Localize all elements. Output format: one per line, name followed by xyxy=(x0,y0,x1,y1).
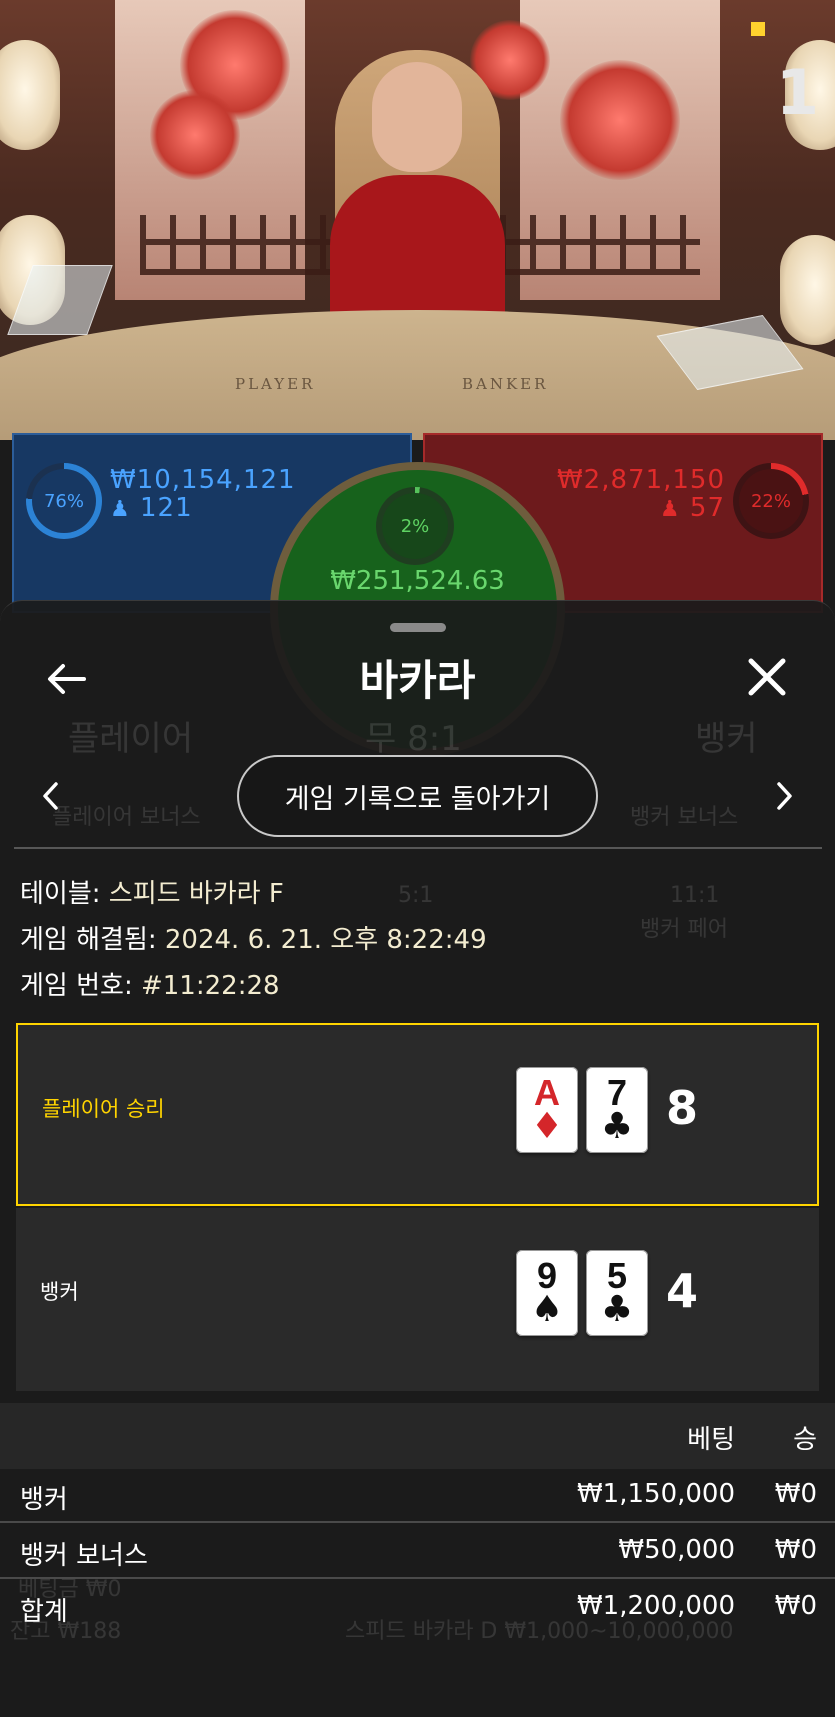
table-row: 뱅커 ₩1,150,000 ₩0 xyxy=(0,1469,835,1523)
tie-percent-ring: 2% xyxy=(376,487,454,565)
table-banker-label: BANKER xyxy=(462,375,549,393)
round-number: 1 xyxy=(775,56,819,129)
bet-amount: ₩50,000 xyxy=(618,1535,735,1565)
player-percent-ring: 76% xyxy=(26,463,102,539)
banker-percent-ring: 22% xyxy=(733,463,809,539)
playing-card: 5 ♣ xyxy=(586,1250,648,1336)
win-amount: ₩0 xyxy=(774,1479,817,1509)
table-row: 뱅커 보너스 ₩50,000 ₩0 xyxy=(0,1525,835,1579)
table-info-label: 테이블: xyxy=(20,879,109,909)
lantern-decoration xyxy=(780,235,835,345)
user-icon: ♟ xyxy=(659,497,681,522)
playing-card: 9 ♠ xyxy=(516,1250,578,1336)
round-flag-icon xyxy=(751,22,765,36)
bet-amount: ₩1,150,000 xyxy=(576,1479,735,1509)
banker-result-label: 뱅커 xyxy=(40,1280,79,1304)
game-detail-sheet: 플레이어 무 8:1 뱅커 플레이어 보너스 뱅커 보너스 5:1 11:1 뱅… xyxy=(0,600,835,1717)
tie-percent: 2% xyxy=(382,493,448,559)
previous-game-button[interactable] xyxy=(20,766,80,826)
player-percent: 76% xyxy=(32,469,96,533)
win-amount: ₩0 xyxy=(774,1535,817,1565)
resolved-info-value: 2024. 6. 21. 오후 8:22:49 xyxy=(164,925,487,955)
bets-table-header: 베팅 승 xyxy=(0,1403,835,1469)
club-suit-icon: ♣ xyxy=(600,1106,634,1147)
ghost-player-label: 플레이어 xyxy=(68,719,194,759)
blossom-decoration xyxy=(560,60,680,180)
chevron-left-icon xyxy=(43,782,58,810)
banker-count-value: 57 xyxy=(689,493,725,523)
next-game-button[interactable] xyxy=(755,766,815,826)
sheet-title: 바카라 xyxy=(359,656,476,705)
ghost-banker-bonus: 뱅커 보너스 xyxy=(630,805,739,830)
sheet-drag-handle[interactable] xyxy=(390,623,446,632)
blossom-decoration xyxy=(150,90,240,180)
player-result-label: 플레이어 승리 xyxy=(42,1097,165,1121)
lantern-decoration xyxy=(0,40,60,150)
player-result-row: 플레이어 승리 A ♦ 7 ♣ 8 xyxy=(16,1023,819,1206)
chevron-right-icon xyxy=(777,782,792,810)
bet-name: 뱅커 보너스 xyxy=(20,1541,148,1571)
spade-suit-icon: ♠ xyxy=(530,1289,564,1330)
bet-amount: ₩1,200,000 xyxy=(576,1591,735,1621)
back-to-history-button[interactable]: 게임 기록으로 돌아가기 xyxy=(237,755,598,837)
ghost-either-pair-odds: 5:1 xyxy=(398,883,434,908)
ghost-banker-pair: 뱅커 페어 xyxy=(640,917,728,942)
ghost-tie-label: 무 8:1 xyxy=(365,719,462,759)
win-amount: ₩0 xyxy=(774,1591,817,1621)
banker-hand-total: 4 xyxy=(666,1264,699,1318)
bet-column-header: 베팅 xyxy=(687,1425,735,1455)
win-column-header: 승 xyxy=(793,1425,817,1455)
playing-card: 7 ♣ xyxy=(586,1067,648,1153)
banker-total-amount: ₩2,871,150 xyxy=(556,465,725,495)
tie-total-amount: ₩251,524.63 xyxy=(330,566,505,596)
table-info-value: 스피드 바카라 F xyxy=(108,879,284,909)
banker-result-row: 뱅커 9 ♠ 5 ♣ 4 xyxy=(16,1208,819,1391)
close-icon xyxy=(748,658,786,696)
club-suit-icon: ♣ xyxy=(600,1289,634,1330)
table-info: 테이블: 스피드 바카라 F xyxy=(20,873,284,910)
diamond-suit-icon: ♦ xyxy=(530,1106,564,1147)
ghost-banker-pair-odds: 11:1 xyxy=(670,883,720,908)
resolved-info: 게임 해결됨: 2024. 6. 21. 오후 8:22:49 xyxy=(20,919,487,956)
close-button[interactable] xyxy=(737,647,797,707)
game-number-value: #11:22:28 xyxy=(140,971,280,1001)
player-count-value: 121 xyxy=(140,493,193,523)
divider xyxy=(14,847,822,849)
banker-percent: 22% xyxy=(739,469,803,533)
table-row-total: 합계 ₩1,200,000 ₩0 xyxy=(0,1581,835,1635)
resolved-info-label: 게임 해결됨: xyxy=(20,925,165,955)
table-player-label: PLAYER xyxy=(235,375,316,393)
player-count: ♟ 121 xyxy=(110,493,193,523)
dealer-face xyxy=(372,62,462,172)
ghost-banker-label: 뱅커 xyxy=(695,719,758,759)
playing-card: A ♦ xyxy=(516,1067,578,1153)
player-hand-total: 8 xyxy=(666,1081,699,1135)
player-total-amount: ₩10,154,121 xyxy=(110,465,296,495)
game-number-info: 게임 번호: #11:22:28 xyxy=(20,965,280,1002)
user-icon: ♟ xyxy=(110,497,131,522)
game-number-label: 게임 번호: xyxy=(20,971,141,1001)
banker-count: ♟ 57 xyxy=(660,493,725,523)
bet-name: 뱅커 xyxy=(20,1485,68,1515)
live-video: PLAYER BANKER 1 xyxy=(0,0,835,440)
bet-name: 합계 xyxy=(20,1597,68,1627)
